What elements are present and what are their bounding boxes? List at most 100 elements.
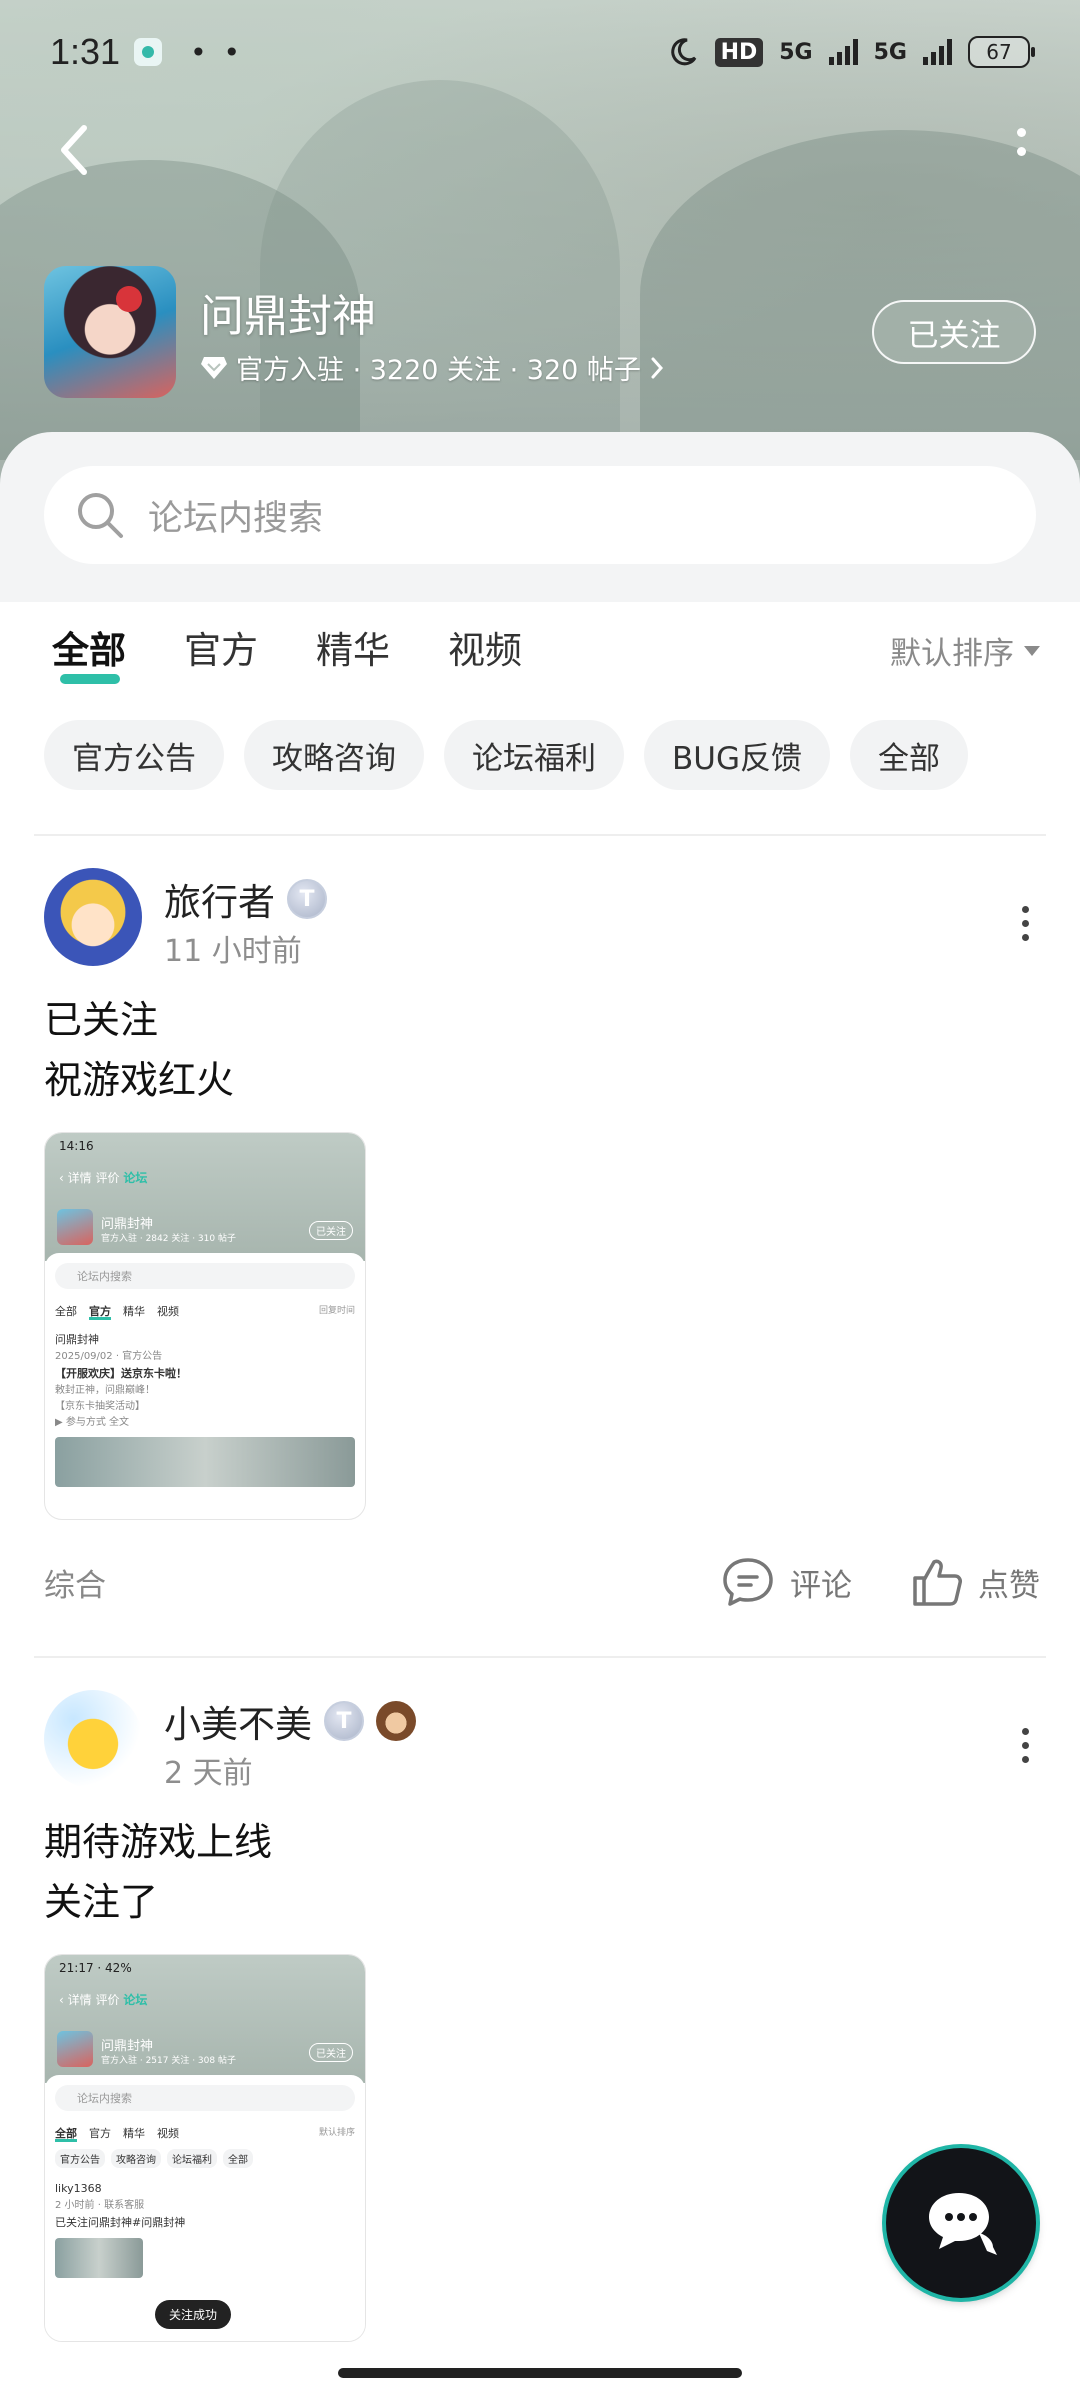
mini-battery: 42% — [105, 1961, 132, 1975]
mini-forum-meta: 官方入驻 · 2842 关注 · 310 帖子 — [101, 1234, 236, 1244]
mini-forum-meta: 官方入驻 · 2517 关注 · 308 帖子 — [101, 2056, 236, 2066]
post-more-button[interactable] — [1010, 1728, 1040, 1763]
post-time: 11 小时前 — [164, 934, 302, 969]
mini-tab: 视频 — [157, 2127, 179, 2140]
tab-official[interactable]: 官方 — [184, 620, 258, 674]
notification-dots: • • — [190, 35, 245, 69]
forum-meta[interactable]: 官方入驻 · 3220 关注 · 320 帖子 — [200, 348, 665, 387]
category-chips: 官方公告 攻略咨询 论坛福利 BUG反馈 全部 — [44, 720, 968, 790]
chip-all[interactable]: 全部 — [849, 720, 968, 790]
post-time: 2 天前 — [164, 1756, 253, 1791]
mini-nav-item: 评价 — [95, 1993, 120, 2007]
back-button[interactable] — [50, 120, 100, 180]
mini-nav-item: 论坛 — [123, 1171, 148, 1185]
post-image[interactable]: 21:17 · 42% ‹ 详情 评价 论坛 问鼎封神 官方入驻 · 2517 … — [44, 1954, 366, 2342]
divider — [34, 834, 1046, 836]
divider — [34, 1656, 1046, 1658]
active-tab-indicator — [60, 674, 120, 684]
chip-bug-report[interactable]: BUG反馈 — [644, 720, 830, 790]
post-author[interactable]: 旅行者 T — [164, 872, 327, 926]
mini-forum-icon — [57, 1209, 93, 1245]
author-name: 旅行者 — [164, 881, 275, 924]
level-badge-icon: T — [324, 1701, 364, 1741]
comment-button[interactable]: 评论 — [720, 1556, 852, 1608]
mini-author-meta: 2 小时前 · 联系客服 — [55, 2200, 145, 2211]
follow-button[interactable]: 已关注 — [872, 300, 1036, 364]
mini-title: 【开服欢庆】送京东卡啦！ — [55, 1367, 187, 1380]
mini-nav-item: 详情 — [67, 1993, 92, 2007]
mini-tab: 精华 — [123, 2127, 145, 2140]
achievement-badge-icon — [376, 1701, 416, 1741]
level-badge-icon: T — [287, 879, 327, 919]
forum-meta-text: 官方入驻 · 3220 关注 · 320 帖子 — [236, 355, 641, 386]
mini-forum-icon — [57, 2031, 93, 2067]
avatar[interactable] — [44, 1690, 142, 1788]
chevron-left-icon — [61, 125, 87, 175]
post-body[interactable]: 期待游戏上线 关注了 — [44, 1812, 272, 1932]
mini-image — [55, 2238, 143, 2278]
mini-author: liky1368 — [55, 2182, 102, 2195]
mini-chip: 攻略咨询 — [111, 2149, 161, 2168]
mini-time: 21:17 — [59, 1961, 94, 1975]
post-author[interactable]: 小美不美 T — [164, 1694, 416, 1748]
sort-label: 默认排序 — [890, 636, 1014, 672]
mini-line: ▶ 参与方式 全文 — [55, 1417, 130, 1428]
chat-floating-button[interactable] — [886, 2148, 1036, 2298]
mini-sort: 回复时间 — [318, 1306, 355, 1316]
mini-nav: ‹ 详情 评价 论坛 — [59, 1171, 148, 1185]
sort-dropdown[interactable]: 默认排序 — [890, 628, 1040, 673]
mini-line: 敕封正神，问鼎巅峰！ — [55, 1385, 155, 1396]
chip-guides[interactable]: 攻略咨询 — [244, 720, 424, 790]
post-category[interactable]: 综合 — [44, 1560, 106, 1605]
mini-nav-item: 详情 — [67, 1171, 92, 1185]
tab-label: 精华 — [316, 629, 390, 672]
mini-tab: 全部 — [55, 1305, 77, 1318]
status-bar: 1:31 • • HD 5G 5G 67 — [50, 24, 1035, 80]
tab-label: 视频 — [448, 629, 522, 672]
forum-game-icon[interactable] — [44, 266, 176, 398]
post-more-button[interactable] — [1010, 906, 1040, 941]
chip-announcements[interactable]: 官方公告 — [44, 720, 224, 790]
forum-search-input[interactable]: 论坛内搜索 — [44, 466, 1036, 564]
mini-author: 问鼎封神 — [55, 1333, 99, 1346]
mini-toast: 关注成功 — [155, 2300, 232, 2329]
like-label: 点赞 — [978, 1567, 1040, 1604]
post-line: 期待游戏上线 — [44, 1820, 273, 1864]
tab-video[interactable]: 视频 — [448, 620, 522, 674]
signal-icon — [828, 39, 858, 65]
mini-tab: 官方 — [89, 2127, 111, 2140]
home-indicator[interactable] — [338, 2368, 742, 2378]
mini-forum-name: 问鼎封神 — [101, 1217, 154, 1232]
mini-forum-name: 问鼎封神 — [101, 2039, 154, 2054]
tab-all[interactable]: 全部 — [52, 620, 126, 684]
more-options-button[interactable] — [1006, 128, 1036, 178]
mini-follow: 已关注 — [309, 2043, 353, 2062]
mini-nav: ‹ 详情 评价 论坛 — [59, 1993, 148, 2007]
mini-search: 论坛内搜索 — [55, 1263, 355, 1289]
more-dot-icon — [1016, 128, 1026, 137]
chip-welfare[interactable]: 论坛福利 — [444, 720, 624, 790]
avatar[interactable] — [44, 868, 142, 966]
mini-nav-item: 论坛 — [123, 1993, 148, 2007]
mini-status: 21:17 · 42% — [59, 1961, 132, 1975]
mini-chip: 官方公告 — [55, 2149, 105, 2168]
post-footer: 综合 评论 点赞 — [44, 1552, 1040, 1612]
post-image[interactable]: 14:16 ‹ 详情 评价 论坛 问鼎封神 官方入驻 · 2842 关注 · 3… — [44, 1132, 366, 1520]
tab-featured[interactable]: 精华 — [316, 620, 390, 674]
mini-tab: 视频 — [157, 1305, 179, 1318]
chat-bubble-icon — [929, 2193, 997, 2255]
network-label-2: 5G — [873, 39, 907, 65]
hd-badge: HD — [714, 37, 764, 67]
mini-chip: 论坛福利 — [167, 2149, 217, 2168]
mini-line: 【京东卡抽奖活动】 — [55, 1401, 145, 1412]
thumbs-up-icon — [913, 1559, 962, 1606]
mini-text: 已关注问鼎封神#问鼎封神 — [55, 2216, 186, 2229]
mini-follow: 已关注 — [309, 1221, 353, 1240]
chevron-right-icon — [651, 357, 663, 378]
post-body[interactable]: 已关注 祝游戏红火 — [44, 990, 234, 1110]
mini-tabs: 全部 官方 精华 视频 回复时间 — [55, 1303, 355, 1319]
mini-tab: 精华 — [123, 1305, 145, 1318]
status-time: 1:31 — [50, 31, 121, 72]
moon-icon — [670, 38, 696, 66]
like-button[interactable]: 点赞 — [910, 1556, 1040, 1608]
